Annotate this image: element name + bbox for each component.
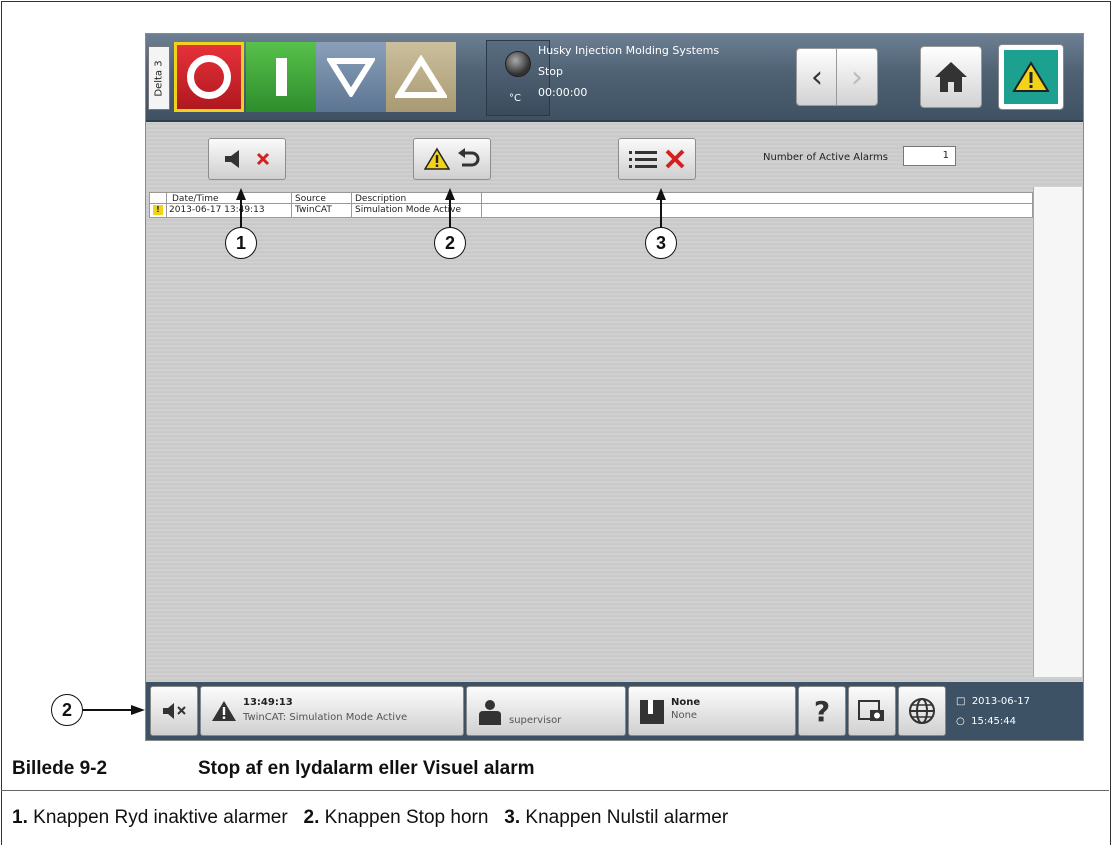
legend-item-2: Knappen Stop horn — [324, 807, 489, 828]
legend-number: 2. — [303, 807, 320, 828]
alarm-text: TwinCAT: Simulation Mode Active — [243, 712, 408, 723]
caption-divider — [1, 790, 1109, 791]
column-header-source[interactable]: Source — [295, 194, 326, 204]
home-icon — [935, 62, 967, 92]
callout-arrowhead — [131, 705, 145, 715]
forward-button[interactable]: › — [836, 48, 878, 106]
cycle-timer: 00:00:00 — [538, 86, 588, 99]
alarm-time: 13:49:13 — [243, 697, 293, 708]
warning-icon: ! — [153, 205, 163, 215]
current-date: 2013-06-17 — [971, 696, 1030, 707]
column-divider — [351, 193, 352, 217]
row-datetime: 2013-06-17 13:49:13 — [169, 205, 265, 215]
user-button[interactable]: supervisor — [466, 686, 626, 736]
callout-1: 1 — [225, 227, 257, 259]
callout-line — [240, 198, 242, 228]
user-icon — [479, 700, 501, 725]
callout-line — [660, 198, 662, 228]
alarm-table: Date/Time Source Description ! 2013-06-1… — [149, 192, 1033, 218]
calendar-icon: □ — [956, 696, 966, 707]
row-source: TwinCAT — [295, 205, 332, 215]
chevron-right-icon: › — [851, 59, 863, 95]
header-bar: Delta 3 °C Husky Injection Molding Syste… — [146, 34, 1083, 122]
status-footer: 13:49:13 TwinCAT: Simulation Mode Active… — [146, 682, 1083, 740]
screenshot-icon — [858, 700, 884, 721]
mold-detail: None — [671, 710, 698, 721]
back-button[interactable]: ‹ — [796, 48, 838, 106]
side-tab-label: Delta 3 — [153, 59, 165, 97]
reset-alarms-button[interactable] — [618, 138, 696, 180]
mold-name: None — [671, 697, 701, 708]
legend-item-1: Knappen Ryd inaktive alarmer — [33, 807, 288, 828]
column-divider — [166, 193, 167, 217]
close-icon — [256, 152, 270, 166]
callout-2-footer: 2 — [51, 694, 83, 726]
alarm-content: Number of Active Alarms 1 Date/Time Sour… — [146, 122, 1083, 682]
active-alarms-count: 1 — [903, 146, 956, 166]
latest-alarm-button[interactable]: 13:49:13 TwinCAT: Simulation Mode Active — [200, 686, 464, 736]
alarm-page-button-fill — [1004, 50, 1058, 104]
reset-arrow-icon — [458, 148, 480, 167]
down-button[interactable] — [316, 42, 386, 112]
user-name: supervisor — [509, 715, 562, 726]
column-header-description[interactable]: Description — [355, 194, 406, 204]
clear-inactive-alarms-button[interactable] — [208, 138, 286, 180]
callout-2: 2 — [434, 227, 466, 259]
scrollbar[interactable] — [1033, 187, 1082, 677]
date-time: □ 2013-06-17 ○ 15:45:44 — [956, 692, 1030, 732]
temperature-knob-icon — [505, 51, 531, 77]
triangle-down-icon — [327, 58, 375, 97]
legend-number: 3. — [504, 807, 521, 828]
machine-info: Husky Injection Molding Systems Stop 00:… — [538, 40, 788, 103]
stop-icon — [187, 55, 231, 99]
temperature-unit: °C — [509, 93, 521, 104]
column-header-datetime[interactable]: Date/Time — [172, 194, 219, 204]
stop-button[interactable] — [174, 42, 244, 112]
help-icon: ? — [813, 694, 831, 728]
company-name: Husky Injection Molding Systems — [538, 44, 720, 57]
callout-line — [449, 198, 451, 228]
alarm-page-button[interactable] — [998, 44, 1064, 110]
side-tab[interactable]: Delta 3 — [148, 46, 170, 110]
figure-label: Billede 9-2 — [12, 758, 108, 779]
warning-icon — [1012, 61, 1050, 92]
legend-number: 1. — [12, 807, 28, 828]
callout-3: 3 — [645, 227, 677, 259]
active-alarms-label: Number of Active Alarms — [763, 152, 888, 163]
mold-button[interactable]: None None — [628, 686, 796, 736]
globe-icon — [909, 698, 935, 724]
warning-icon — [212, 701, 236, 721]
figure-legend: 1. Knappen Ryd inaktive alarmer 2. Knapp… — [12, 807, 728, 829]
warning-icon — [424, 147, 450, 170]
callout-line — [83, 709, 133, 711]
up-button[interactable] — [386, 42, 456, 112]
figure-title: Stop af en lydalarm eller Visuel alarm — [198, 758, 535, 779]
machine-state: Stop — [538, 65, 564, 78]
current-time: 15:45:44 — [971, 716, 1017, 727]
legend-item-3: Knappen Nulstil alarmer — [525, 807, 729, 828]
close-icon — [665, 149, 685, 169]
home-button[interactable] — [920, 46, 982, 108]
run-icon — [275, 58, 287, 96]
chevron-left-icon: ‹ — [811, 59, 823, 95]
mute-button[interactable] — [150, 686, 198, 736]
screenshot-button[interactable] — [848, 686, 896, 736]
clock-icon: ○ — [956, 716, 965, 727]
mold-icon — [640, 700, 664, 724]
language-button[interactable] — [898, 686, 946, 736]
column-divider — [481, 193, 482, 217]
row-description: Simulation Mode Active — [355, 205, 462, 215]
stop-horn-button[interactable] — [413, 138, 491, 180]
table-header-divider — [150, 203, 1032, 204]
triangle-up-icon — [395, 55, 447, 98]
hmi-screen: Delta 3 °C Husky Injection Molding Syste… — [145, 33, 1084, 741]
help-button[interactable]: ? — [798, 686, 846, 736]
column-divider — [291, 193, 292, 217]
speaker-mute-icon — [163, 703, 186, 719]
list-icon — [629, 151, 657, 168]
run-button[interactable] — [246, 42, 316, 112]
speaker-icon — [225, 150, 239, 168]
